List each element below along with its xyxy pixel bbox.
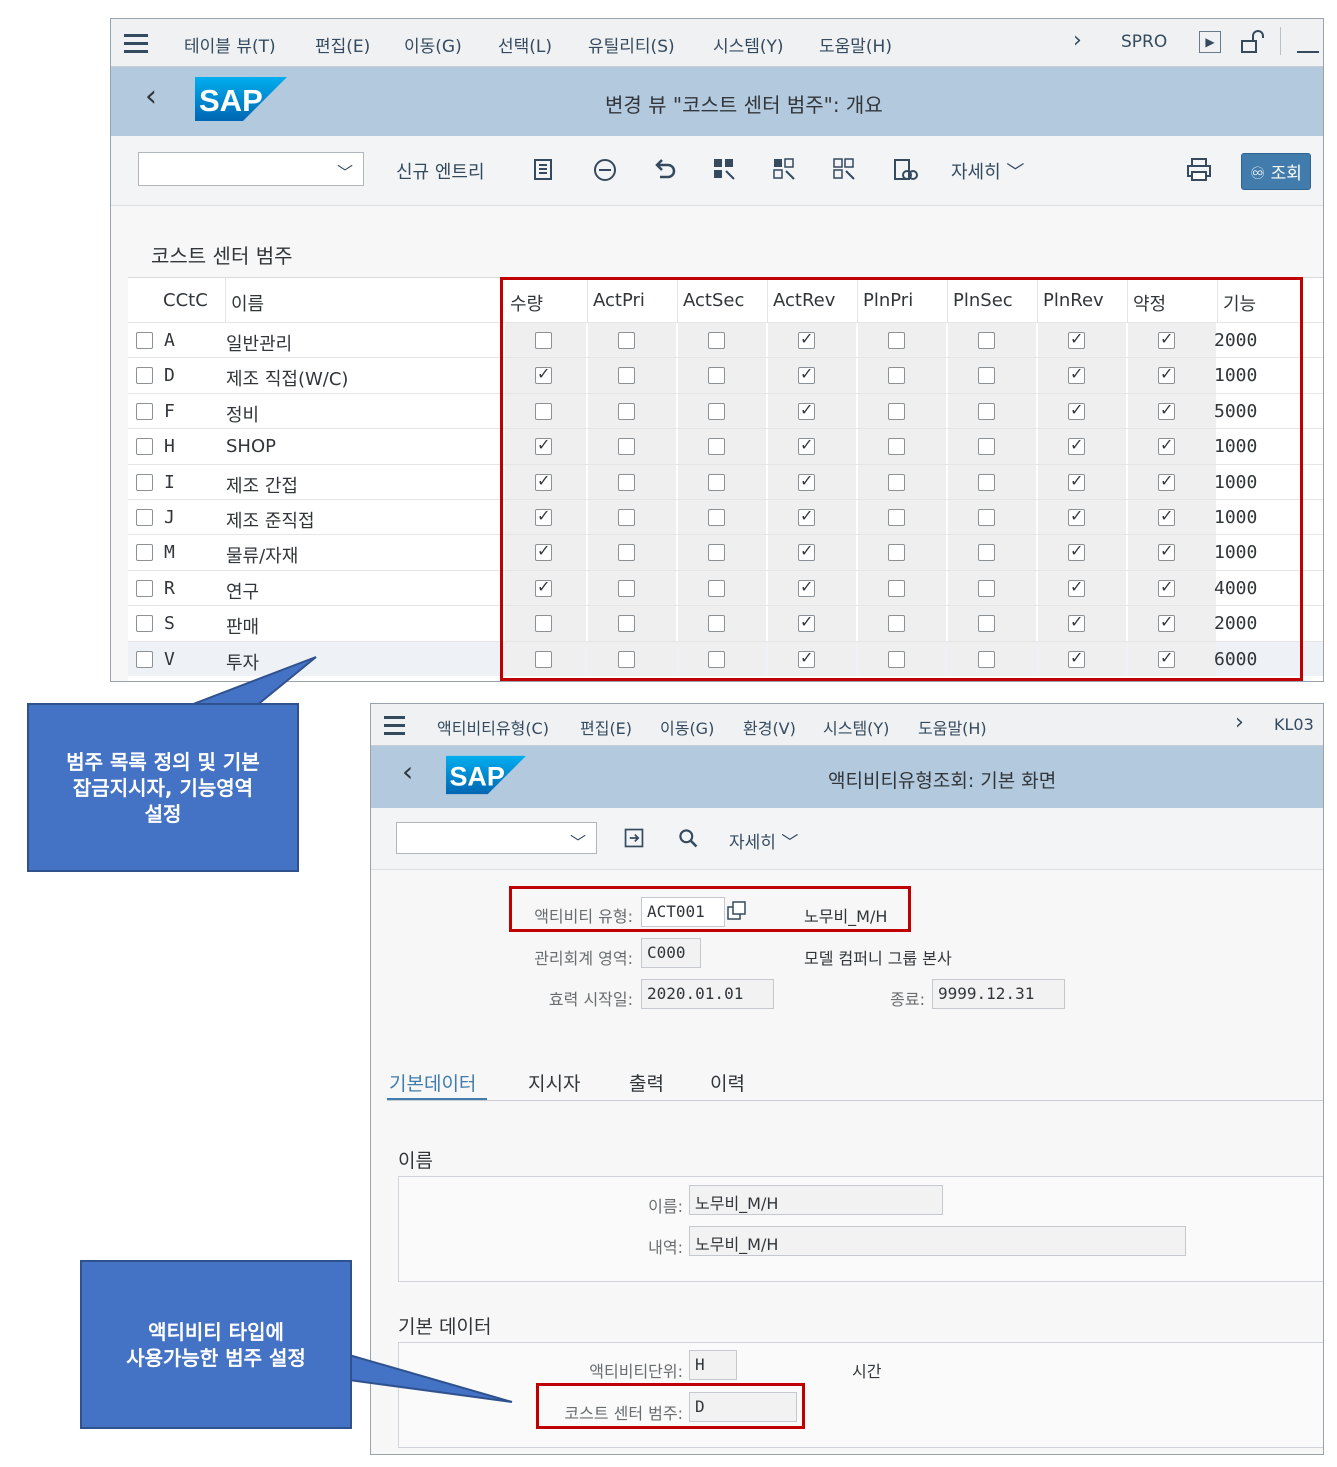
callout-line: 사용가능한 범주 설정 [126, 1345, 306, 1370]
callout-line: 액티비티 타입에 [148, 1319, 284, 1344]
callout-line: 범주 목록 정의 및 기본 [66, 749, 260, 774]
callout-line: 설정 [144, 801, 182, 826]
callout-line: 잡금지시자, 기능영역 [72, 775, 254, 800]
callout-category-definition: 범주 목록 정의 및 기본 잡금지시자, 기능영역 설정 [27, 703, 299, 872]
callout-activity-category: 액티비티 타입에 사용가능한 범주 설정 [80, 1260, 352, 1429]
